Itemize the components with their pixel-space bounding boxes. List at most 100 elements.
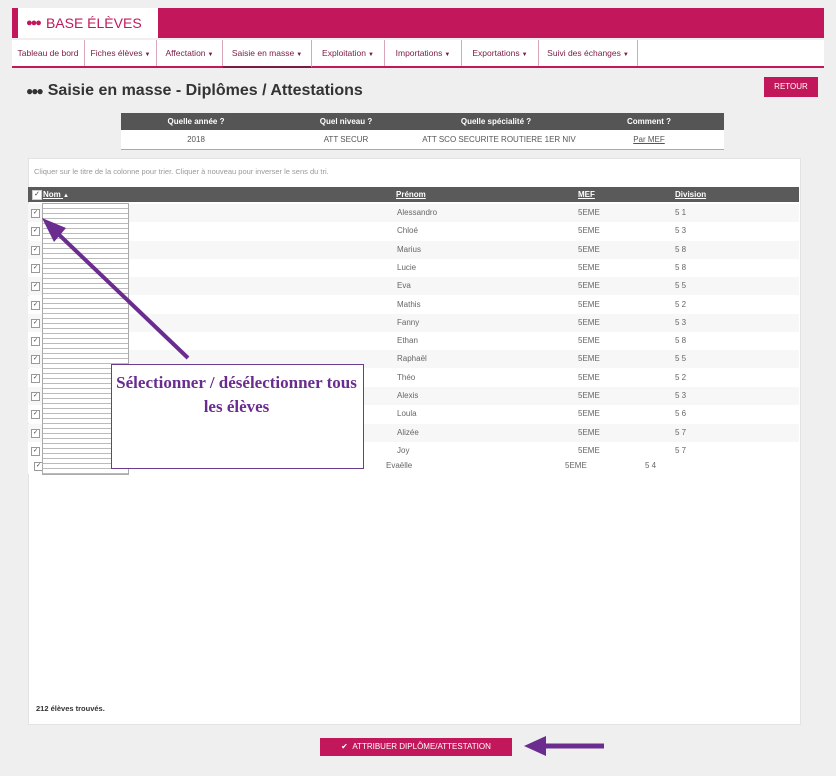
arrow-head-icon — [524, 736, 546, 756]
page-title: ●●● Saisie en masse - Diplômes / Attesta… — [26, 82, 363, 99]
table-row[interactable]: ✓ Ethan 5EME 5 8 — [28, 332, 799, 351]
caret-down-icon: ▼ — [521, 52, 528, 58]
row-checkbox[interactable]: ✓ — [31, 410, 40, 420]
cell-division: 5 7 — [675, 427, 687, 437]
users-icon: ●●● — [26, 84, 44, 98]
cell-mef: 5EME — [578, 391, 600, 400]
check-icon: ✔ — [341, 742, 348, 751]
cell-prenom: Eva — [397, 281, 411, 291]
summary-header-method: Comment ? — [627, 117, 671, 126]
caret-down-icon: ▼ — [622, 52, 629, 58]
row-checkbox[interactable]: ✓ — [31, 337, 40, 347]
row-checkbox[interactable]: ✓ — [31, 355, 40, 365]
cell-mef: 5EME — [578, 262, 600, 272]
table-row[interactable]: ✓ Marius 5EME 5 8 — [28, 240, 799, 259]
row-checkbox[interactable]: ✓ — [31, 245, 40, 255]
row-checkbox[interactable]: ✓ — [31, 300, 40, 310]
cell-mef: 5EME — [578, 427, 600, 437]
column-header-nom[interactable]: Nom ▲ — [43, 187, 69, 202]
nav-exploitation[interactable]: Exploitation ▼ — [312, 40, 385, 66]
row-checkbox[interactable]: ✓ — [31, 209, 40, 218]
cell-mef: 5EME — [578, 226, 600, 236]
cell-division: 5 6 — [675, 409, 687, 419]
cell-division: 5 5 — [675, 281, 687, 291]
row-checkbox[interactable]: ✓ — [31, 282, 40, 292]
caret-down-icon: ▼ — [144, 52, 151, 58]
cell-mef: 5EME — [578, 372, 600, 382]
nav-tableau-de-bord[interactable]: Tableau de bord — [12, 40, 85, 66]
brand-logo[interactable]: ●●● BASE ÉLÈVES — [18, 8, 159, 38]
summary-header-speciality: Quelle spécialité ? — [460, 117, 532, 126]
cell-prenom: Evaëlle — [386, 461, 413, 470]
cell-prenom: Marius — [397, 244, 422, 254]
table-row[interactable]: ✓ Alessandro 5EME 5 1 — [28, 204, 799, 222]
caret-down-icon: ▼ — [207, 52, 214, 58]
table-header: ✓ Nom ▲ Prénom MEF Division — [28, 187, 799, 202]
select-all-checkbox[interactable]: ✓ — [32, 190, 42, 200]
caret-down-icon: ▼ — [444, 52, 451, 58]
summary-method: Par MEF — [633, 135, 665, 144]
cell-prenom: Alessandro — [397, 208, 438, 217]
table-row[interactable]: ✓ Eva 5EME 5 5 — [28, 277, 799, 296]
cell-prenom: Mathis — [397, 299, 421, 309]
cell-prenom: Ethan — [397, 336, 418, 346]
cell-division: 5 2 — [675, 299, 687, 309]
cell-mef: 5EME — [578, 244, 600, 254]
row-checkbox[interactable]: ✓ — [31, 263, 40, 273]
annotation-text: Sélectionner / désélectionner tous les é… — [116, 373, 357, 416]
summary-year: 2018 — [187, 135, 205, 144]
cell-mef: 5EME — [578, 208, 600, 217]
cell-division: 5 4 — [645, 461, 657, 470]
summary-values: 2018 ATT SECUR ATT SCO SECURITE ROUTIERE… — [121, 130, 724, 150]
cell-prenom: Chloé — [397, 226, 418, 236]
column-header-mef[interactable]: MEF — [578, 187, 595, 202]
criteria-summary: Quelle année ? Quel niveau ? Quelle spéc… — [121, 113, 724, 150]
caret-down-icon: ▼ — [368, 52, 374, 58]
cell-prenom: Alexis — [397, 391, 419, 400]
table-row[interactable]: ✓ Mathis 5EME 5 2 — [28, 295, 799, 314]
cell-mef: 5EME — [578, 336, 600, 346]
sort-asc-icon: ▲ — [63, 193, 69, 199]
row-checkbox[interactable]: ✓ — [31, 446, 40, 456]
summary-header-year: Quelle année ? — [167, 117, 225, 126]
cell-mef: 5EME — [565, 461, 587, 470]
row-checkbox[interactable]: ✓ — [31, 392, 40, 401]
column-header-prenom[interactable]: Prénom — [396, 187, 426, 202]
cell-mef: 5EME — [578, 409, 600, 419]
nav-saisie-en-masse[interactable]: Saisie en masse ▼ — [223, 40, 312, 68]
cell-division: 5 5 — [675, 354, 687, 364]
nav-affectation[interactable]: Affectation ▼ — [157, 40, 223, 66]
table-row[interactable]: ✓ Lucie 5EME 5 8 — [28, 258, 799, 277]
row-checkbox[interactable]: ✓ — [31, 318, 40, 328]
cell-prenom: Lucie — [397, 262, 417, 272]
summary-header: Quelle année ? Quel niveau ? Quelle spéc… — [121, 113, 724, 130]
top-bar: ●●● BASE ÉLÈVES — [12, 8, 824, 38]
nav-exportations[interactable]: Exportations ▼ — [462, 40, 539, 66]
nav-fiches-eleves[interactable]: Fiches élèves ▼ — [85, 40, 157, 66]
cell-prenom: Loula — [397, 409, 417, 419]
column-header-division[interactable]: Division — [675, 187, 706, 202]
cell-prenom: Fanny — [397, 317, 420, 327]
cell-mef: 5EME — [578, 317, 600, 327]
attribuer-button[interactable]: ✔ ATTRIBUER DIPLÔME/ATTESTATION — [320, 738, 512, 756]
row-checkbox[interactable]: ✓ — [31, 227, 40, 237]
nav-importations[interactable]: Importations ▼ — [385, 40, 462, 66]
results-count: 212 élèves trouvés. — [36, 704, 105, 713]
row-checkbox[interactable]: ✓ — [31, 373, 40, 383]
summary-header-level: Quel niveau ? — [319, 117, 373, 126]
cell-mef: 5EME — [578, 354, 600, 364]
users-icon: ●●● — [26, 17, 42, 29]
row-checkbox[interactable]: ✓ — [31, 428, 40, 438]
back-button[interactable]: RETOUR — [764, 77, 818, 97]
brand-label: BASE ÉLÈVES — [45, 15, 142, 31]
cell-division: 5 3 — [675, 317, 687, 327]
cell-division: 5 3 — [675, 226, 687, 236]
table-row[interactable]: ✓ Fanny 5EME 5 3 — [28, 313, 799, 332]
cell-prenom: Théo — [397, 372, 416, 382]
table-row[interactable]: ✓ Chloé 5EME 5 3 — [28, 222, 799, 241]
cell-prenom: Raphaël — [397, 354, 427, 364]
cell-division: 5 8 — [675, 262, 687, 272]
main-nav: Tableau de bord Fiches élèves ▼ Affectati… — [12, 40, 824, 68]
cell-division: 5 3 — [675, 391, 687, 400]
nav-suivi-des-echanges[interactable]: Suivi des échanges ▼ — [539, 40, 638, 66]
